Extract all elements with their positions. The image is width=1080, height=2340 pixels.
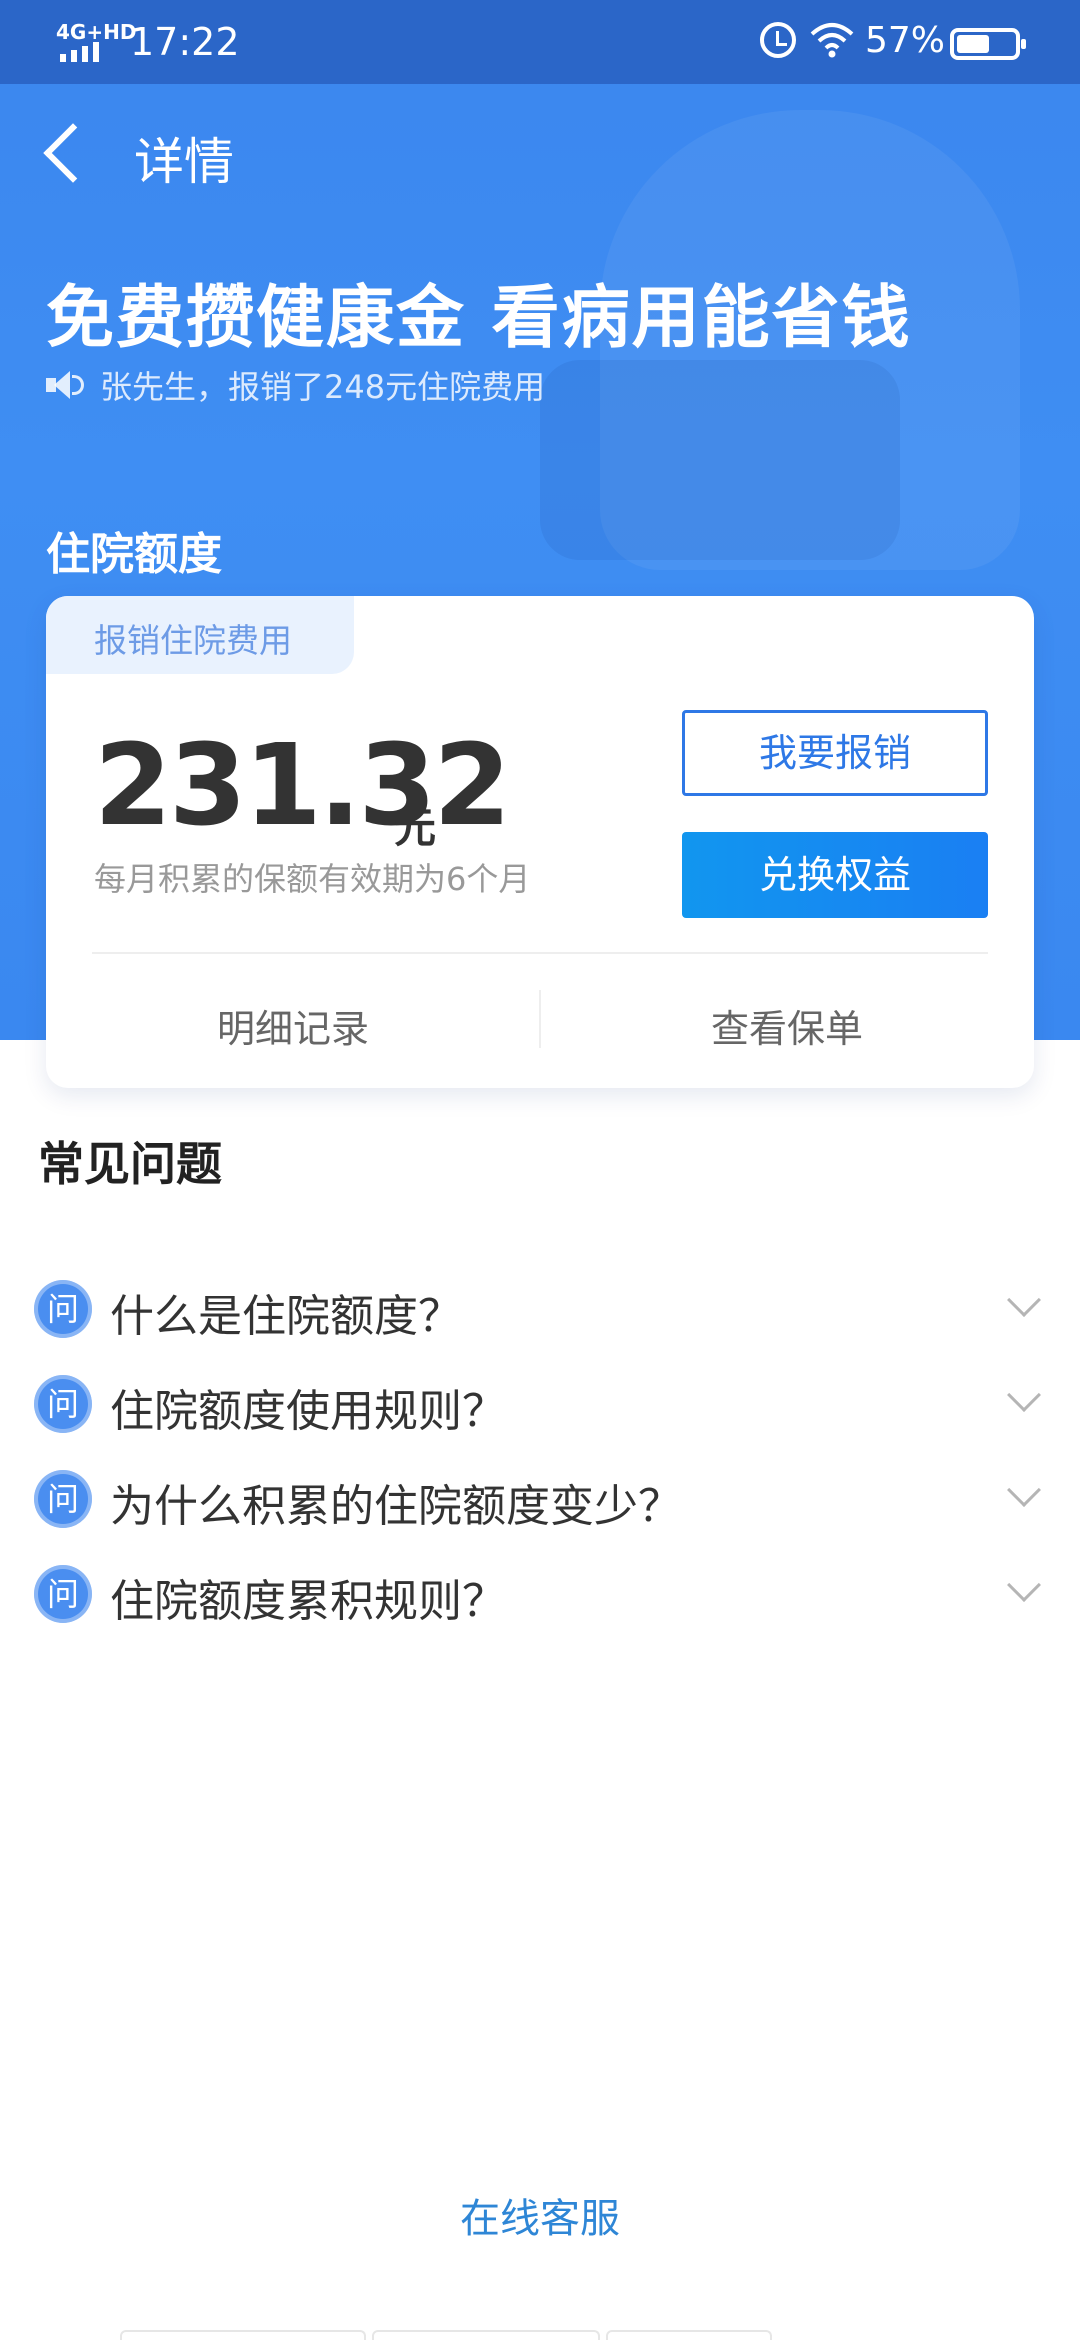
back-icon[interactable]	[43, 123, 103, 183]
bottom-tab-bar	[120, 2330, 962, 2340]
network-type: 4G+HD	[56, 20, 137, 44]
speaker-icon	[46, 369, 86, 401]
faq-item[interactable]: 问 住院额度使用规则？	[34, 1365, 1046, 1460]
question-icon: 问	[34, 1375, 92, 1433]
tab-placeholder[interactable]	[372, 2330, 600, 2340]
quota-note: 每月积累的保额有效期为6个月	[94, 860, 531, 898]
claim-button[interactable]: 我要报销	[682, 710, 988, 796]
faq-question: 为什么积累的住院额度变少？	[110, 1481, 682, 1532]
hero-decoration	[540, 360, 900, 560]
online-service-link[interactable]: 在线客服	[0, 2186, 1080, 2244]
faq-question: 住院额度使用规则？	[110, 1386, 506, 1437]
nav-bar: 详情	[0, 110, 1080, 200]
redeem-button[interactable]: 兑换权益	[682, 832, 988, 918]
faq-item[interactable]: 问 为什么积累的住院额度变少？	[34, 1460, 1046, 1555]
faq-item[interactable]: 问 住院额度累积规则？	[34, 1555, 1046, 1650]
chevron-down-icon	[1007, 1378, 1041, 1412]
divider	[92, 952, 988, 954]
view-policy-link[interactable]: 查看保单	[540, 998, 1034, 1053]
clock: 17:22	[130, 20, 240, 64]
faq-item[interactable]: 问 什么是住院额度？	[34, 1270, 1046, 1365]
card-tag: 报销住院费用	[46, 596, 354, 674]
faq-list: 问 什么是住院额度？ 问 住院额度使用规则？ 问 为什么积累的住院额度变少？ 问…	[34, 1270, 1046, 1650]
claim-notice: 张先生，报销了248元住院费用	[46, 362, 545, 408]
chevron-down-icon	[1007, 1283, 1041, 1317]
tab-placeholder[interactable]	[120, 2330, 366, 2340]
claim-notice-text: 张先生，报销了248元住院费用	[100, 368, 546, 406]
question-icon: 问	[34, 1470, 92, 1528]
hero-title: 免费攒健康金 看病用能省钱	[46, 279, 912, 358]
chevron-down-icon	[1007, 1473, 1041, 1507]
battery-icon	[950, 28, 1026, 60]
alarm-icon	[760, 22, 796, 58]
wifi-icon	[810, 23, 854, 58]
section-title-quota: 住院额度	[46, 529, 222, 580]
detail-records-link[interactable]: 明细记录	[46, 998, 540, 1053]
chevron-down-icon	[1007, 1568, 1041, 1602]
question-icon: 问	[34, 1565, 92, 1623]
faq-question: 住院额度累积规则？	[110, 1576, 506, 1627]
battery-percent: 57%	[865, 20, 946, 61]
quota-card: 报销住院费用 231.32 元 每月积累的保额有效期为6个月 我要报销 兑换权益…	[46, 596, 1034, 1088]
quota-amount: 231.32	[94, 721, 511, 851]
tab-placeholder[interactable]	[606, 2330, 772, 2340]
faq-title: 常见问题	[38, 1137, 222, 1191]
question-icon: 问	[34, 1280, 92, 1338]
quota-unit: 元	[394, 803, 437, 852]
status-bar: 4G+HD 17:22 57%	[0, 0, 1080, 84]
faq-question: 什么是住院额度？	[110, 1291, 462, 1342]
signal-icon	[60, 42, 99, 62]
page-title: 详情	[134, 133, 234, 191]
